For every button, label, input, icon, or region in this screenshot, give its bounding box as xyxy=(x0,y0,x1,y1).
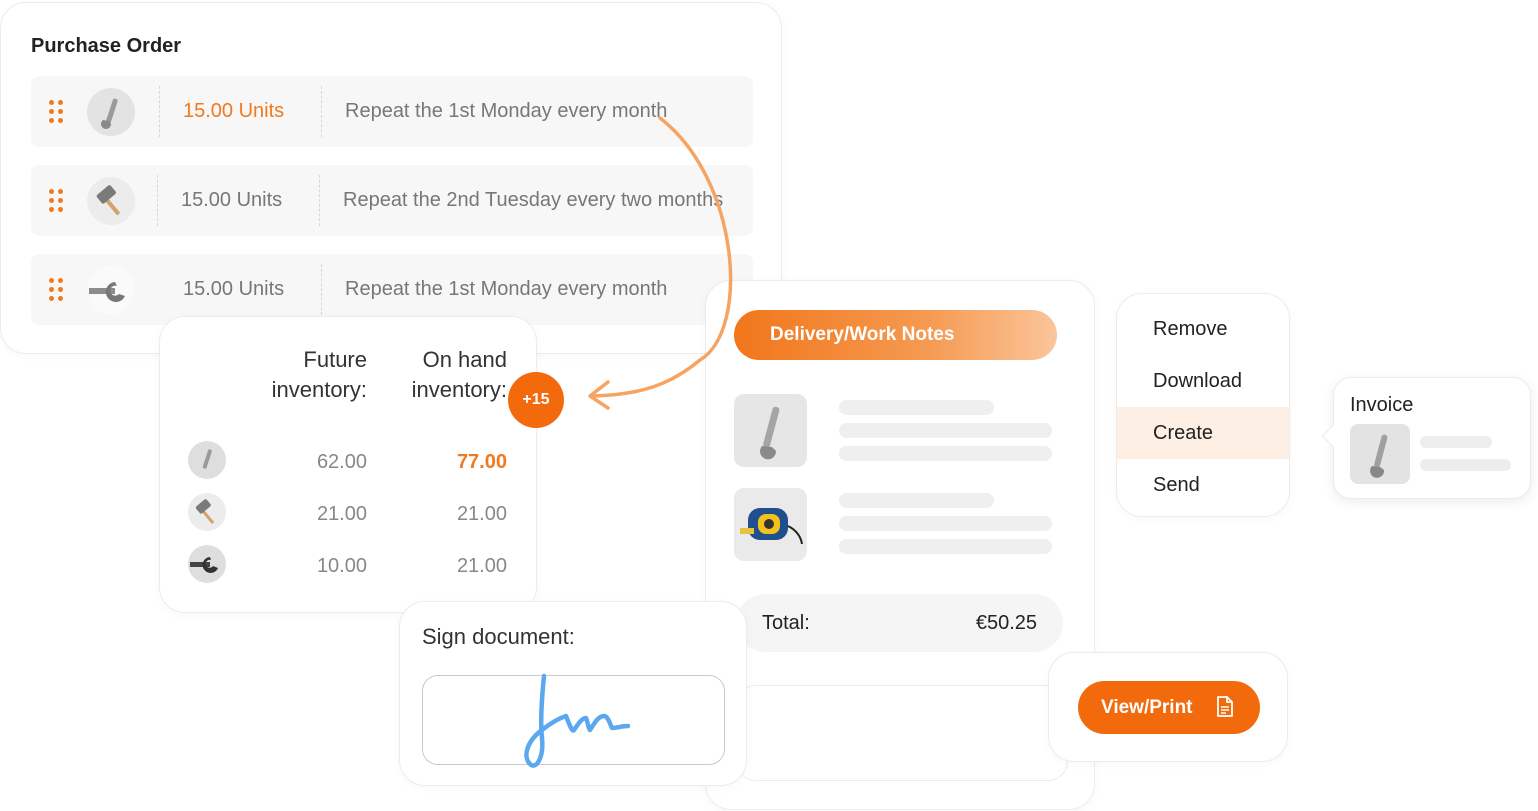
wrench-icon xyxy=(188,441,226,479)
hammer-icon xyxy=(188,493,226,531)
placeholder-line xyxy=(839,516,1052,531)
menu-item-remove[interactable]: Remove xyxy=(1117,303,1289,355)
wrench-icon xyxy=(1350,424,1410,484)
on-hand-inventory-value: 21.00 xyxy=(456,555,507,577)
spanner-icon xyxy=(188,545,226,583)
drag-handle-icon[interactable] xyxy=(49,189,63,213)
popover-tail xyxy=(1321,424,1345,448)
view-print-button[interactable]: View/Print xyxy=(1078,681,1260,734)
purchase-order-title: Purchase Order xyxy=(31,35,182,57)
invoice-title: Invoice xyxy=(1350,394,1414,416)
units-value: 15.00 Units xyxy=(183,278,285,300)
future-inventory-value: 10.00 xyxy=(316,555,367,577)
menu-item-download[interactable]: Download xyxy=(1117,355,1289,407)
purchase-order-row[interactable]: 15.00 Units Repeat the 2nd Tuesday every… xyxy=(31,165,753,236)
wrench-icon xyxy=(734,394,807,467)
tape-measure-icon xyxy=(734,488,807,561)
units-value: 15.00 Units xyxy=(181,189,283,211)
inventory-increase-badge: +15 xyxy=(508,372,564,428)
total-label: Total: xyxy=(762,612,810,634)
actions-menu: Remove Download Create Send xyxy=(1116,293,1290,517)
future-inventory-header: Future inventory: xyxy=(271,347,367,402)
signature-drawing xyxy=(524,673,631,768)
future-inventory-value: 62.00 xyxy=(316,451,367,473)
invoice-popover: Invoice xyxy=(1321,377,1531,499)
drag-handle-icon[interactable] xyxy=(49,100,63,124)
future-inventory-value: 21.00 xyxy=(316,503,367,525)
hammer-icon xyxy=(87,177,135,225)
menu-item-create[interactable]: Create xyxy=(1117,407,1289,459)
drag-handle-icon[interactable] xyxy=(49,278,63,302)
spanner-icon xyxy=(87,266,135,314)
on-hand-inventory-header: On hand inventory: xyxy=(411,347,507,402)
placeholder-line xyxy=(839,539,1052,554)
wrench-icon xyxy=(87,88,135,136)
placeholder-line xyxy=(1420,459,1511,471)
total-value: €50.25 xyxy=(975,612,1037,634)
delivery-notes-card: Delivery/Work Notes Total: €50.25 xyxy=(705,280,1095,810)
document-icon xyxy=(1217,696,1233,717)
total-row: Total: €50.25 xyxy=(736,594,1063,652)
purchase-order-row[interactable]: 15.00 Units Repeat the 1st Monday every … xyxy=(31,76,753,147)
repeat-schedule: Repeat the 2nd Tuesday every two months xyxy=(343,189,724,211)
placeholder-line xyxy=(839,493,994,508)
on-hand-inventory-value: 21.00 xyxy=(456,503,507,525)
purchase-order-card: Purchase Order 15.00 Units Repeat the 1s… xyxy=(0,2,782,354)
units-value: 15.00 Units xyxy=(183,100,285,122)
placeholder-line xyxy=(1420,436,1492,448)
view-print-card: View/Print xyxy=(1048,652,1288,762)
menu-item-send[interactable]: Send xyxy=(1117,459,1289,511)
placeholder-line xyxy=(839,400,994,415)
placeholder-line xyxy=(839,423,1052,438)
placeholder-line xyxy=(839,446,1052,461)
on-hand-inventory-value: 77.00 xyxy=(456,451,507,473)
purchase-order-row[interactable]: 15.00 Units Repeat the 1st Monday every … xyxy=(31,254,753,325)
sign-document-title: Sign document: xyxy=(422,624,575,649)
delivery-work-notes-button[interactable]: Delivery/Work Notes xyxy=(734,310,1057,360)
repeat-schedule: Repeat the 1st Monday every month xyxy=(345,100,668,122)
notes-panel xyxy=(736,685,1068,781)
repeat-schedule: Repeat the 1st Monday every month xyxy=(345,278,668,300)
view-print-label: View/Print xyxy=(1101,696,1193,718)
inventory-card: Future inventory: On hand inventory: 62.… xyxy=(159,316,537,613)
